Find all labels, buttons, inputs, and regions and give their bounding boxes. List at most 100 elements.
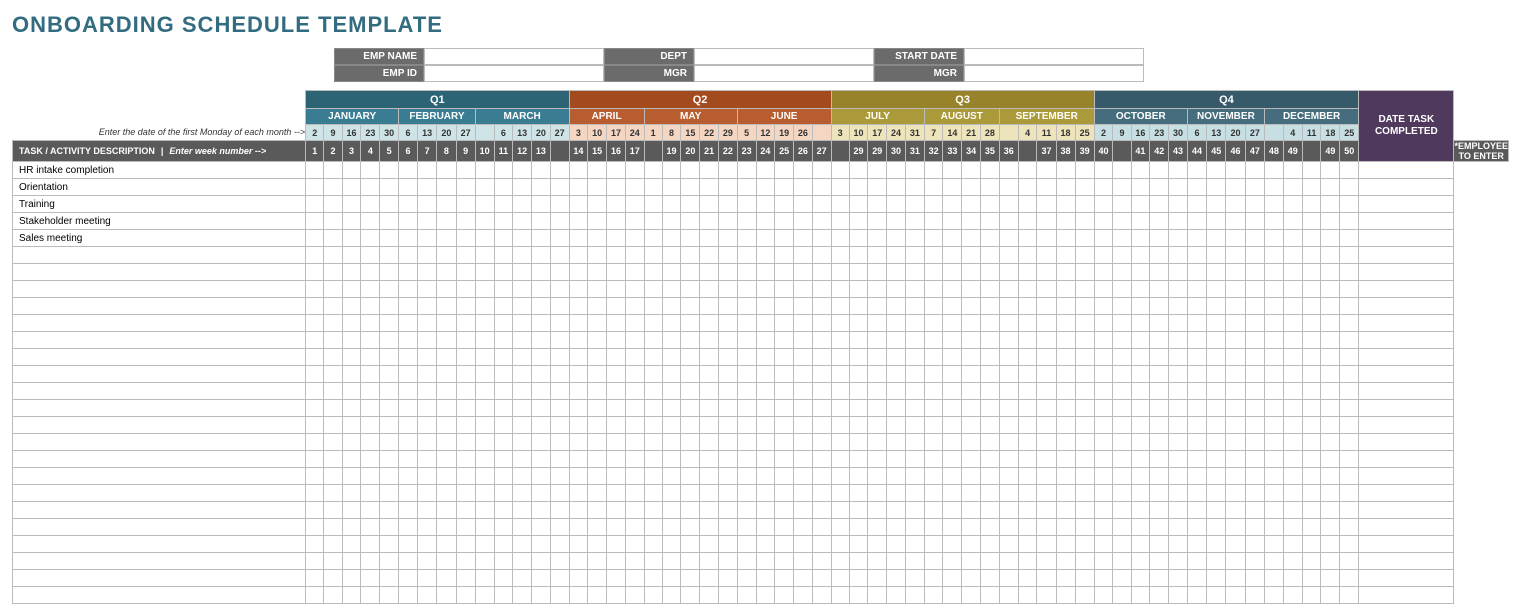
schedule-cell[interactable] (306, 196, 324, 213)
schedule-cell[interactable] (644, 383, 662, 400)
schedule-cell[interactable] (981, 400, 1000, 417)
schedule-cell[interactable] (513, 247, 532, 264)
completed-cell[interactable] (1359, 383, 1454, 400)
completed-cell[interactable] (1359, 179, 1454, 196)
schedule-cell[interactable] (662, 570, 681, 587)
completed-cell[interactable] (1359, 349, 1454, 366)
schedule-cell[interactable] (342, 366, 361, 383)
schedule-cell[interactable] (794, 366, 813, 383)
schedule-cell[interactable] (1302, 536, 1321, 553)
schedule-cell[interactable] (1150, 230, 1169, 247)
schedule-cell[interactable] (812, 502, 831, 519)
schedule-cell[interactable] (1018, 366, 1037, 383)
completed-cell[interactable] (1359, 264, 1454, 281)
schedule-cell[interactable] (700, 485, 719, 502)
schedule-cell[interactable] (1131, 264, 1150, 281)
schedule-cell[interactable] (812, 366, 831, 383)
schedule-cell[interactable] (924, 485, 943, 502)
schedule-cell[interactable] (342, 570, 361, 587)
schedule-cell[interactable] (1150, 281, 1169, 298)
schedule-cell[interactable] (1169, 536, 1188, 553)
schedule-cell[interactable] (437, 366, 456, 383)
schedule-cell[interactable] (1075, 553, 1094, 570)
schedule-cell[interactable] (718, 298, 737, 315)
schedule-cell[interactable] (924, 366, 943, 383)
schedule-cell[interactable] (1187, 485, 1206, 502)
schedule-cell[interactable] (306, 332, 324, 349)
schedule-cell[interactable] (868, 553, 887, 570)
schedule-cell[interactable] (1283, 315, 1302, 332)
schedule-cell[interactable] (550, 519, 569, 536)
schedule-cell[interactable] (981, 366, 1000, 383)
schedule-cell[interactable] (380, 587, 399, 604)
schedule-cell[interactable] (306, 485, 324, 502)
schedule-cell[interactable] (475, 315, 494, 332)
schedule-cell[interactable] (1207, 179, 1226, 196)
schedule-cell[interactable] (681, 247, 700, 264)
schedule-cell[interactable] (417, 349, 436, 366)
task-label[interactable] (13, 298, 306, 315)
schedule-cell[interactable] (700, 162, 719, 179)
schedule-cell[interactable] (437, 264, 456, 281)
schedule-cell[interactable] (588, 315, 607, 332)
week-number-cell[interactable]: 36 (999, 141, 1018, 162)
schedule-cell[interactable] (324, 162, 342, 179)
schedule-cell[interactable] (905, 213, 924, 230)
schedule-cell[interactable] (324, 587, 342, 604)
schedule-cell[interactable] (1018, 349, 1037, 366)
schedule-cell[interactable] (1113, 587, 1131, 604)
schedule-cell[interactable] (1037, 451, 1056, 468)
schedule-cell[interactable] (456, 383, 475, 400)
schedule-cell[interactable] (718, 434, 737, 451)
date-cell[interactable]: 30 (380, 125, 399, 141)
schedule-cell[interactable] (1340, 264, 1359, 281)
schedule-cell[interactable] (342, 349, 361, 366)
schedule-cell[interactable] (625, 230, 644, 247)
schedule-cell[interactable] (456, 162, 475, 179)
schedule-cell[interactable] (342, 536, 361, 553)
schedule-cell[interactable] (981, 179, 1000, 196)
schedule-cell[interactable] (905, 383, 924, 400)
schedule-cell[interactable] (1264, 485, 1283, 502)
schedule-cell[interactable] (794, 553, 813, 570)
schedule-cell[interactable] (718, 519, 737, 536)
schedule-cell[interactable] (943, 281, 962, 298)
schedule-cell[interactable] (812, 332, 831, 349)
schedule-cell[interactable] (361, 417, 380, 434)
schedule-cell[interactable] (1037, 332, 1056, 349)
schedule-cell[interactable] (306, 519, 324, 536)
schedule-cell[interactable] (794, 536, 813, 553)
schedule-cell[interactable] (775, 553, 794, 570)
schedule-cell[interactable] (380, 451, 399, 468)
schedule-cell[interactable] (868, 400, 887, 417)
schedule-cell[interactable] (1226, 281, 1245, 298)
schedule-cell[interactable] (1283, 502, 1302, 519)
mgr-input-1[interactable] (694, 65, 874, 82)
schedule-cell[interactable] (812, 383, 831, 400)
schedule-cell[interactable] (924, 230, 943, 247)
schedule-cell[interactable] (831, 196, 849, 213)
schedule-cell[interactable] (999, 247, 1018, 264)
schedule-cell[interactable] (1113, 315, 1131, 332)
schedule-cell[interactable] (943, 179, 962, 196)
task-label[interactable] (13, 264, 306, 281)
schedule-cell[interactable] (1207, 502, 1226, 519)
schedule-cell[interactable] (1226, 264, 1245, 281)
schedule-cell[interactable] (494, 315, 513, 332)
schedule-cell[interactable] (494, 213, 513, 230)
schedule-cell[interactable] (1169, 587, 1188, 604)
schedule-cell[interactable] (1207, 587, 1226, 604)
schedule-cell[interactable] (417, 451, 436, 468)
schedule-cell[interactable] (588, 451, 607, 468)
task-label[interactable]: Sales meeting (13, 230, 306, 247)
task-label[interactable] (13, 485, 306, 502)
schedule-cell[interactable] (681, 298, 700, 315)
schedule-cell[interactable] (1264, 587, 1283, 604)
schedule-cell[interactable] (775, 383, 794, 400)
schedule-cell[interactable] (718, 553, 737, 570)
schedule-cell[interactable] (342, 502, 361, 519)
schedule-cell[interactable] (644, 400, 662, 417)
schedule-cell[interactable] (1283, 264, 1302, 281)
schedule-cell[interactable] (1264, 468, 1283, 485)
schedule-cell[interactable] (644, 451, 662, 468)
